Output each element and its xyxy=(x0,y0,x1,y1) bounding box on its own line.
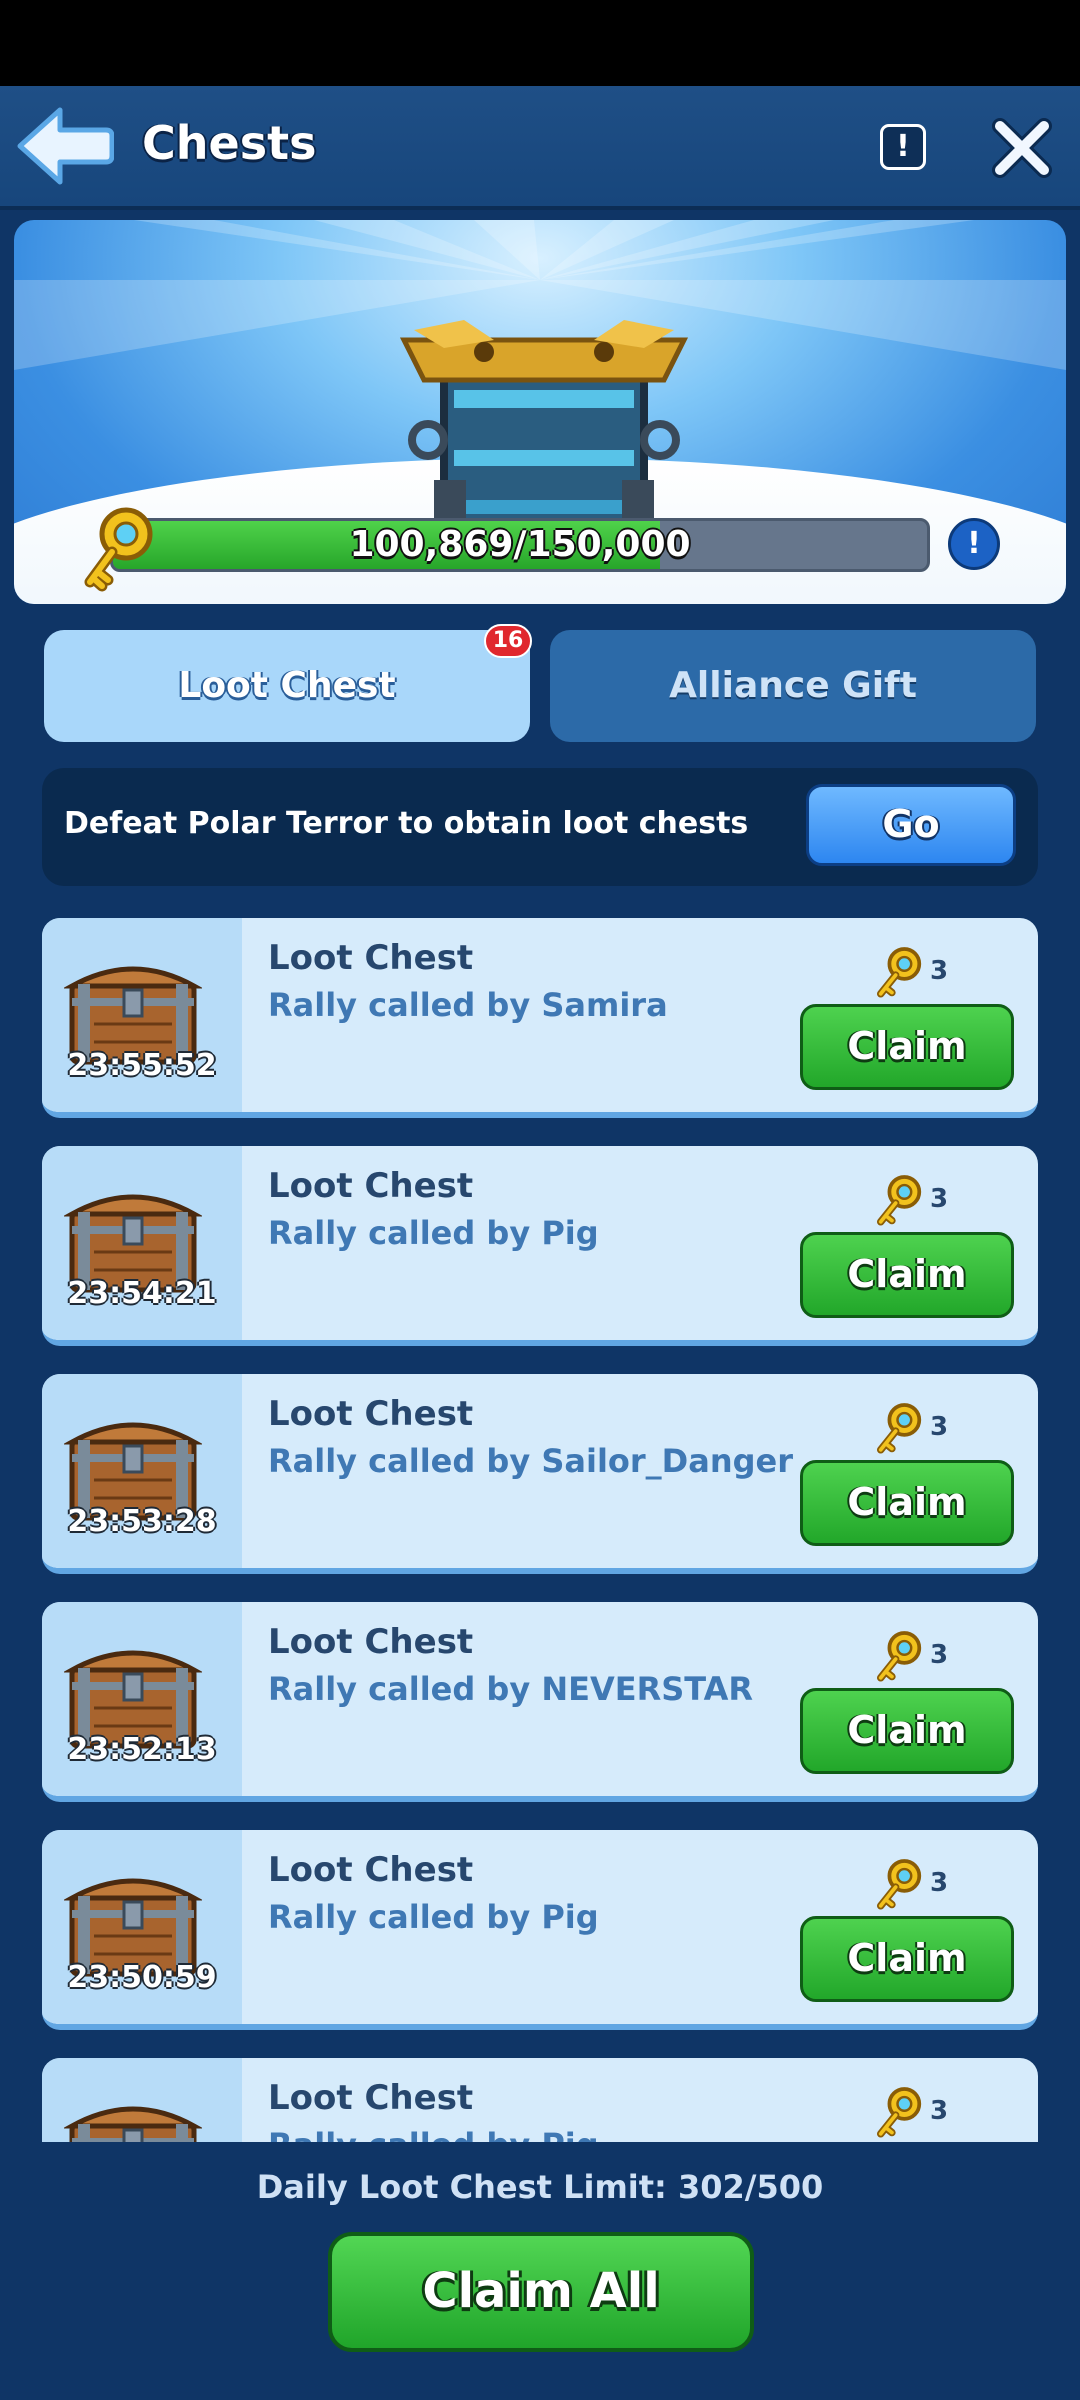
chest-rally-caller: Rally called by Pig xyxy=(268,1898,599,1936)
claim-button[interactable]: Claim xyxy=(800,1232,1014,1318)
chest-thumbnail xyxy=(42,2058,242,2142)
chest-timer: 23:52:13 xyxy=(67,1732,217,1767)
info-icon[interactable]: ! xyxy=(880,124,926,170)
chest-title: Loot Chest xyxy=(268,2078,474,2118)
close-button[interactable] xyxy=(990,116,1054,180)
chest-timer: 23:55:52 xyxy=(67,1048,217,1083)
key-cost: 3 xyxy=(930,2096,949,2126)
chest-card: 23:52:13 Loot Chest Rally called by NEVERS… xyxy=(42,1602,1038,1802)
chest-rally-caller: Rally called by NEVERSTAR xyxy=(268,1670,754,1708)
chest-title: Loot Chest xyxy=(268,1166,474,1206)
key-icon xyxy=(876,1175,922,1226)
chest-rally-caller: Rally called by Pig xyxy=(268,1214,599,1252)
chest-card: 23:50:59 Loot Chest Rally called by Pig 3 Cl… xyxy=(42,1830,1038,2030)
chest-icon xyxy=(64,2106,202,2142)
daily-limit-text: Daily Loot Chest Limit: 302/500 xyxy=(256,2168,824,2206)
chest-card: 23:54:21 Loot Chest Rally called by Pig 3 Cl… xyxy=(42,1146,1038,1346)
chest-thumbnail: 23:52:13 xyxy=(42,1602,242,1796)
status-bar xyxy=(0,0,1080,86)
header-bar: Chests ! xyxy=(0,86,1080,210)
hint-panel: Defeat Polar Terror to obtain loot chest… xyxy=(42,768,1038,886)
chest-rally-caller: Rally called by Samira xyxy=(268,986,668,1024)
go-button[interactable]: Go xyxy=(806,784,1016,866)
chest-title: Loot Chest xyxy=(268,1394,474,1434)
claim-button[interactable]: Claim xyxy=(800,1688,1014,1774)
chest-thumbnail: 23:50:59 xyxy=(42,1830,242,2024)
chest-title: Loot Chest xyxy=(268,1850,474,1890)
chest-title: Loot Chest xyxy=(268,1622,474,1662)
key-icon xyxy=(876,947,922,998)
claim-button[interactable]: Claim xyxy=(800,1460,1014,1546)
claim-button[interactable]: Claim xyxy=(800,1916,1014,2002)
chest-thumbnail: 23:54:21 xyxy=(42,1146,242,1340)
key-icon xyxy=(876,1859,922,1910)
hint-text: Defeat Polar Terror to obtain loot chest… xyxy=(64,806,749,841)
chest-card: 23:55:52 Loot Chest Rally called by Samira… xyxy=(42,918,1038,1118)
key-cost: 3 xyxy=(930,1412,949,1442)
tab-loot-chest[interactable]: Loot Chest xyxy=(44,630,530,742)
key-icon xyxy=(876,1403,922,1454)
progress-info-icon[interactable]: ! xyxy=(948,518,1000,570)
key-icon xyxy=(876,1631,922,1682)
chest-thumbnail: 23:53:28 xyxy=(42,1374,242,1568)
chest-rally-caller: Rally called by Sailor_Danger xyxy=(268,1442,793,1480)
key-cost: 3 xyxy=(930,1868,949,1898)
chest-rally-caller: Rally called by Pig xyxy=(268,2126,599,2142)
back-button[interactable] xyxy=(14,104,115,188)
chest-timer: 23:54:21 xyxy=(67,1276,217,1311)
chest-list[interactable]: 23:55:52 Loot Chest Rally called by Samira… xyxy=(0,918,1080,2142)
key-icon xyxy=(876,2087,922,2138)
claim-button[interactable]: Claim xyxy=(800,1004,1014,1090)
chest-timer: 23:53:28 xyxy=(67,1504,217,1539)
key-cost: 3 xyxy=(930,1640,949,1670)
chest-card: Loot ChestRally called by Pig3Claim xyxy=(42,2058,1038,2142)
chest-progress-banner: 100,869/150,000 ! xyxy=(14,220,1066,604)
progress-text: 100,869/150,000 xyxy=(349,524,691,565)
page-title: Chests xyxy=(142,116,317,170)
key-icon xyxy=(84,507,153,592)
notification-badge: 16 xyxy=(484,624,532,658)
chest-card: 23:53:28 Loot Chest Rally called by Sailor… xyxy=(42,1374,1038,1574)
chest-timer: 23:50:59 xyxy=(67,1960,217,1995)
chest-title: Loot Chest xyxy=(268,938,474,978)
chest-thumbnail: 23:55:52 xyxy=(42,918,242,1112)
claim-all-button[interactable]: Claim All xyxy=(328,2232,754,2352)
back-arrow-icon xyxy=(17,107,115,185)
close-icon xyxy=(992,118,1052,178)
key-cost: 3 xyxy=(930,1184,949,1214)
tab-alliance-gift[interactable]: Alliance Gift xyxy=(550,630,1036,742)
key-cost: 3 xyxy=(930,956,949,986)
